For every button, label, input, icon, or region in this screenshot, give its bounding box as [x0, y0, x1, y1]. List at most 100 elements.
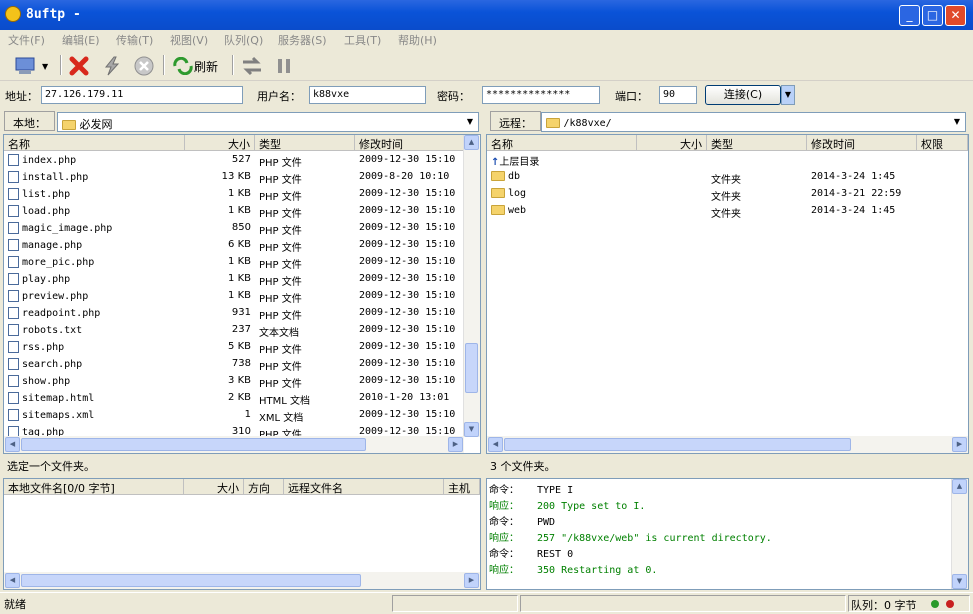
scroll-thumb[interactable] [21, 438, 366, 451]
local-path-combo[interactable]: 必发网 ▼ [57, 112, 479, 132]
table-row[interactable]: log 文件夹 2014-3-21 22:59 [487, 186, 917, 203]
chevron-down-icon[interactable]: ▼ [463, 114, 477, 130]
scroll-left-button[interactable]: ◀ [488, 437, 503, 452]
table-row[interactable]: play.php 1 KB PHP 文件 2009-12-30 15:10 [4, 271, 464, 288]
file-size: 850 [185, 220, 255, 237]
connect-dropdown-button[interactable]: ▼ [781, 85, 795, 105]
minimize-button[interactable]: _ [899, 5, 920, 26]
menu-help[interactable]: 帮助(H) [398, 32, 437, 48]
scroll-left-button[interactable]: ◀ [5, 437, 20, 452]
menu-queue[interactable]: 队列(Q) [224, 32, 263, 48]
scroll-right-button[interactable]: ▶ [448, 437, 463, 452]
refresh-button[interactable]: 刷新 [172, 54, 218, 78]
refresh-icon [173, 57, 193, 75]
folder-modified: 2014-3-24 1:45 [807, 203, 917, 220]
file-size: 3 KB [185, 373, 255, 390]
scroll-thumb[interactable] [504, 438, 851, 451]
menu-file[interactable]: 文件(F) [8, 32, 45, 48]
scroll-down-button[interactable]: ▼ [952, 574, 967, 589]
file-type-text: HTML 文档 [259, 396, 311, 407]
column-modified[interactable]: 修改时间 [355, 135, 464, 151]
table-row[interactable]: index.php 527 PHP 文件 2009-12-30 15:10 [4, 152, 464, 169]
local-path-text: 必发网 [79, 118, 113, 131]
menu-transfer[interactable]: 传输(T) [116, 32, 153, 48]
column-name[interactable]: 名称 [487, 135, 637, 151]
file-modified: 2009-12-30 15:10 [355, 322, 464, 339]
column-name[interactable]: 名称 [4, 135, 185, 151]
column-remote-file[interactable]: 远程文件名 [284, 479, 444, 495]
menu-tools[interactable]: 工具(T) [344, 32, 381, 48]
table-row[interactable]: robots.txt 237 文本文档 2009-12-30 15:10 [4, 322, 464, 339]
close-button[interactable]: ✕ [945, 5, 966, 26]
folder-type: 文件夹 [707, 186, 807, 203]
column-type[interactable]: 类型 [707, 135, 807, 151]
log-message: 200 Type set to I. [537, 501, 646, 512]
column-permissions[interactable]: 权限 [917, 135, 968, 151]
connect-button[interactable]: 连接(C) [705, 85, 781, 105]
remote-label: 远程： [490, 111, 541, 131]
php-file-icon [8, 358, 19, 370]
log-line: 命令： PWD [489, 513, 555, 529]
local-horizontal-scrollbar[interactable]: ◀ ▶ [4, 436, 464, 453]
table-row[interactable]: db 文件夹 2014-3-24 1:45 [487, 169, 917, 186]
table-row[interactable]: sitemap.html 2 KB HTML 文档 2010-1-20 13:01 [4, 390, 464, 407]
column-direction[interactable]: 方向 [244, 479, 284, 495]
column-local-file[interactable]: 本地文件名[0/0 字节] [4, 479, 184, 495]
php-file-icon [8, 188, 19, 200]
scroll-right-button[interactable]: ▶ [464, 573, 479, 588]
menu-edit[interactable]: 编辑(E) [62, 32, 100, 48]
scroll-down-button[interactable]: ▼ [464, 422, 479, 437]
scroll-up-button[interactable]: ▲ [464, 135, 479, 150]
php-file-icon [8, 222, 19, 234]
queue-horizontal-scrollbar[interactable]: ◀ ▶ [4, 572, 480, 589]
title-bar[interactable]: 8uftp - _ □ ✕ [0, 0, 973, 30]
disconnect-button[interactable] [68, 54, 90, 78]
file-size-text: 2 KB [228, 392, 251, 403]
table-row[interactable]: install.php 13 KB PHP 文件 2009-8-20 10:10 [4, 169, 464, 186]
menu-view[interactable]: 视图(V) [170, 32, 208, 48]
log-vertical-scrollbar[interactable]: ▲ ▼ [951, 479, 968, 589]
column-size[interactable]: 大小 [184, 479, 244, 495]
username-input[interactable]: k88vxe [309, 86, 426, 104]
table-row[interactable]: show.php 3 KB PHP 文件 2009-12-30 15:10 [4, 373, 464, 390]
scroll-right-button[interactable]: ▶ [952, 437, 967, 452]
transfer-button[interactable] [240, 54, 264, 78]
address-input[interactable]: 27.126.179.11 [41, 86, 243, 104]
table-row[interactable]: load.php 1 KB PHP 文件 2009-12-30 15:10 [4, 203, 464, 220]
table-row[interactable]: search.php 738 PHP 文件 2009-12-30 15:10 [4, 356, 464, 373]
stop-button[interactable] [133, 54, 155, 78]
local-vertical-scrollbar[interactable]: ▲ ▼ [463, 135, 480, 437]
table-row[interactable]: readpoint.php 931 PHP 文件 2009-12-30 15:10 [4, 305, 464, 322]
remote-horizontal-scrollbar[interactable]: ◀ ▶ [487, 436, 968, 453]
file-size: 527 [185, 152, 255, 169]
menu-server[interactable]: 服务器(S) [278, 32, 327, 48]
remote-path-combo[interactable]: /k88vxe/ ▼ [541, 112, 966, 132]
scroll-up-button[interactable]: ▲ [952, 479, 967, 494]
column-size[interactable]: 大小 [185, 135, 255, 151]
pause-button[interactable] [274, 54, 294, 78]
column-host[interactable]: 主机 [444, 479, 480, 495]
password-input[interactable]: ************** [482, 86, 600, 104]
column-type[interactable]: 类型 [255, 135, 355, 151]
quick-connect-button[interactable] [101, 54, 123, 78]
table-row[interactable]: rss.php 5 KB PHP 文件 2009-12-30 15:10 [4, 339, 464, 356]
port-input[interactable]: 90 [659, 86, 697, 104]
parent-directory-row[interactable]: ↑上层目录 [487, 151, 637, 168]
site-manager-button[interactable]: ▼ [14, 54, 48, 78]
file-name-text: manage.php [22, 240, 83, 251]
column-size[interactable]: 大小 [637, 135, 707, 151]
maximize-button[interactable]: □ [922, 5, 943, 26]
table-row[interactable]: manage.php 6 KB PHP 文件 2009-12-30 15:10 [4, 237, 464, 254]
table-row[interactable]: magic_image.php 850 PHP 文件 2009-12-30 15:10 [4, 220, 464, 237]
table-row[interactable]: preview.php 1 KB PHP 文件 2009-12-30 15:10 [4, 288, 464, 305]
scroll-left-button[interactable]: ◀ [5, 573, 20, 588]
file-name: readpoint.php [4, 305, 185, 322]
scroll-thumb[interactable] [21, 574, 361, 587]
column-modified[interactable]: 修改时间 [807, 135, 917, 151]
table-row[interactable]: more_pic.php 1 KB PHP 文件 2009-12-30 15:10 [4, 254, 464, 271]
table-row[interactable]: list.php 1 KB PHP 文件 2009-12-30 15:10 [4, 186, 464, 203]
table-row[interactable]: web 文件夹 2014-3-24 1:45 [487, 203, 917, 220]
scroll-thumb[interactable] [465, 343, 478, 393]
chevron-down-icon[interactable]: ▼ [950, 114, 964, 130]
table-row[interactable]: sitemaps.xml 1 XML 文档 2009-12-30 15:10 [4, 407, 464, 424]
